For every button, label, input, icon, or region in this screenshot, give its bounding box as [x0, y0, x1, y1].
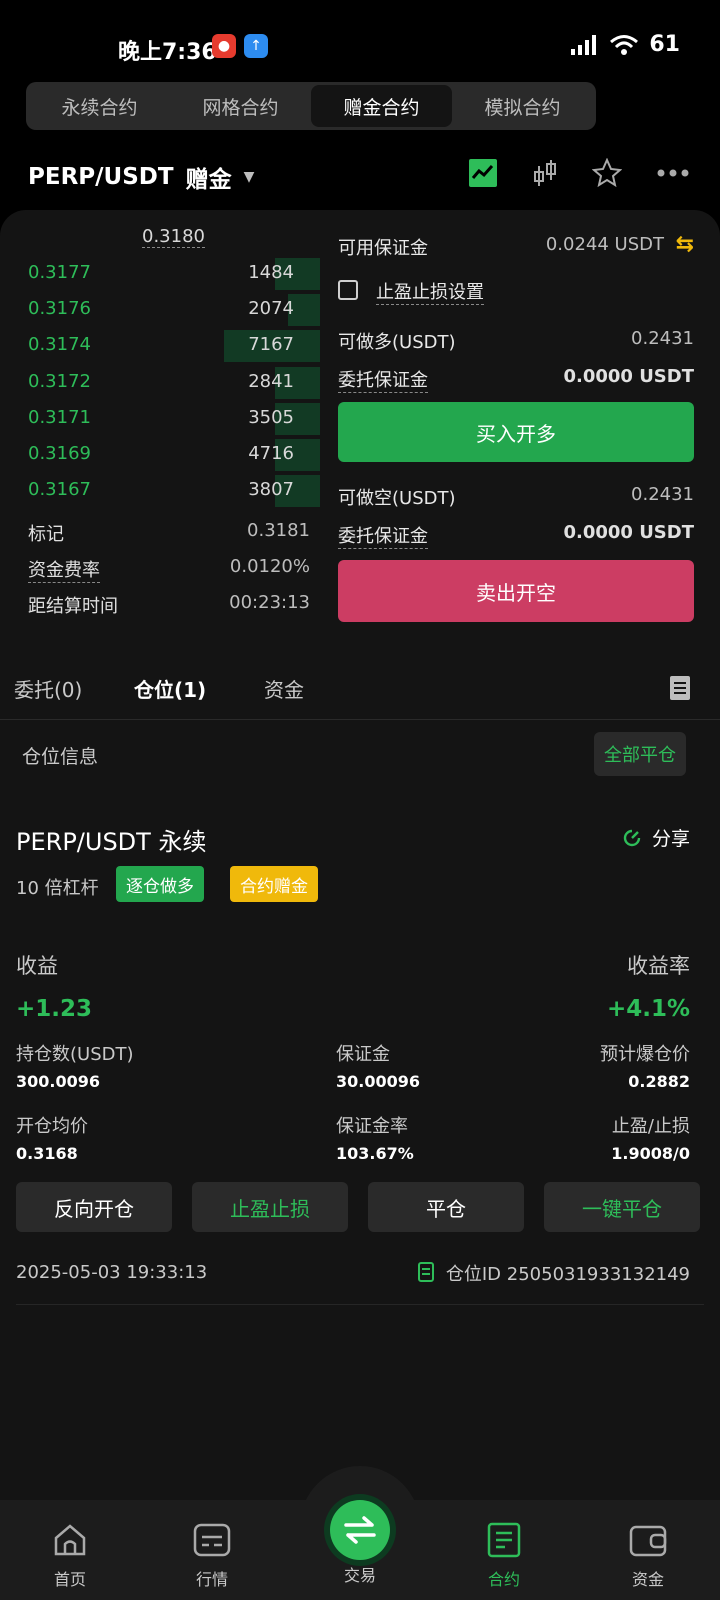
tab-assets[interactable]: 资金 [264, 674, 304, 703]
tab-positions[interactable]: 仓位(1) [134, 674, 206, 703]
orderbook-row[interactable]: 0.3177 1484 [0, 256, 320, 292]
tab-perpetual[interactable]: 永续合约 [29, 85, 170, 127]
signal-icon [571, 34, 597, 55]
position-id[interactable]: 仓位ID 2505031933132149 [417, 1260, 690, 1286]
isolated-long-badge: 逐仓做多 [116, 866, 204, 902]
entry-price-value: 0.3168 [16, 1144, 78, 1163]
trade-center-button[interactable] [330, 1500, 390, 1560]
buy-long-button[interactable]: 买入开多 [338, 402, 694, 462]
size-value: 300.0096 [16, 1072, 101, 1091]
orderbook-row[interactable]: 0.3174 7167 [0, 328, 320, 364]
upload-icon: ↑ [244, 34, 268, 58]
tab-grid[interactable]: 网格合约 [170, 85, 311, 127]
tab-bonus[interactable]: 赠金合约 [311, 85, 452, 127]
tab-demo[interactable]: 模拟合约 [452, 85, 593, 127]
orderbook-row[interactable]: 0.3169 4716 [0, 437, 320, 473]
chart-icon[interactable] [468, 158, 498, 188]
orderbook-qty: 3505 [248, 406, 294, 428]
reverse-position-button[interactable]: 反向开仓 [16, 1182, 172, 1232]
copy-icon [417, 1262, 434, 1282]
position-tabs: 委托(0) 仓位(1) 资金 [0, 650, 720, 720]
pair-selector[interactable]: PERP/USDT 赠金 ▼ [28, 160, 254, 194]
orderbook-qty: 3807 [248, 479, 294, 501]
close-all-button[interactable]: 全部平仓 [594, 732, 686, 776]
more-icon[interactable] [656, 168, 690, 178]
orderbook-qty: 1484 [248, 262, 294, 283]
margin-ratio-value: 103.67% [336, 1144, 414, 1163]
nav-futures[interactable]: 合约 [454, 1520, 554, 1590]
roe-value: +4.1% [606, 996, 690, 1022]
market-icon [193, 1523, 231, 1557]
entry-price-label: 开仓均价 [16, 1116, 88, 1137]
wallet-icon [629, 1525, 667, 1557]
status-bar: 晚上7:36 ● ↑ 61 [0, 0, 720, 80]
futures-icon [487, 1522, 521, 1558]
position-time: 2025-05-03 19:33:13 [16, 1262, 208, 1283]
tpsl-label: 止盈/止损 [611, 1116, 690, 1137]
pnl-label: 收益 [16, 954, 58, 978]
orderbook-price: 0.3172 [28, 370, 91, 392]
transfer-icon[interactable]: ⇆ [676, 232, 694, 257]
orderbook-row[interactable]: 0.3167 3807 [0, 473, 320, 509]
position-info-title: 仓位信息 [22, 746, 99, 768]
main-panel: 0.3180 0.3177 1484 0.3176 2074 0.3174 7167 0.3… [0, 210, 720, 1500]
close-position-button[interactable]: 平仓 [368, 1182, 524, 1232]
leverage-label: 10 倍杠杆 [16, 878, 99, 899]
nav-assets[interactable]: 资金 [598, 1520, 698, 1590]
orderbook-row[interactable]: 0.3176 2074 [0, 292, 320, 328]
swap-icon [344, 1516, 376, 1544]
home-icon [54, 1524, 86, 1556]
orderbook-qty: 4716 [248, 443, 294, 464]
divider [16, 1304, 704, 1305]
pair-type: 赠金 [185, 167, 232, 193]
tab-orders[interactable]: 委托(0) [14, 674, 82, 703]
orderbook-row[interactable]: 0.3172 2841 [0, 365, 320, 401]
orderbook-price: 0.3171 [28, 406, 91, 428]
document-icon[interactable] [670, 676, 690, 700]
tpsl-checkbox[interactable] [338, 280, 358, 300]
orderbook-price: 0.3169 [28, 443, 91, 464]
tpsl-value: 1.9008/0 [611, 1144, 690, 1163]
nav-trade[interactable]: 交易 [310, 1562, 410, 1586]
margin-label: 保证金 [336, 1044, 390, 1065]
bonus-badge: 合约赠金 [230, 866, 318, 902]
tpsl-button[interactable]: 止盈止损 [192, 1182, 348, 1232]
share-icon [623, 829, 641, 846]
margin-value: 30.00096 [336, 1072, 421, 1091]
caret-down-icon: ▼ [243, 169, 255, 185]
one-click-close-button[interactable]: 一键平仓 [544, 1182, 700, 1232]
sell-short-button[interactable]: 卖出开空 [338, 560, 694, 622]
roe-label: 收益率 [627, 954, 690, 978]
battery-level: 61 [649, 32, 680, 57]
nav-home[interactable]: 首页 [20, 1520, 120, 1590]
orderbook-qty: 2074 [248, 298, 294, 320]
candlestick-icon[interactable] [532, 158, 558, 188]
orderbook-row[interactable]: 0.3171 3505 [0, 401, 320, 437]
ob-last-price[interactable]: 0.3180 [142, 226, 205, 248]
pnl-value: +1.23 [16, 996, 93, 1022]
liq-price-value: 0.2882 [628, 1072, 690, 1091]
orderbook-price: 0.3176 [28, 298, 91, 320]
wifi-icon [610, 34, 639, 55]
share-button[interactable]: 分享 [622, 824, 690, 851]
orderbook-price: 0.3177 [28, 262, 91, 283]
app-notification-icon: ● [212, 34, 236, 58]
size-label: 持仓数(USDT) [16, 1044, 134, 1065]
orderbook-qty: 2841 [248, 370, 294, 392]
orderbook-price: 0.3167 [28, 479, 91, 501]
pair-header: PERP/USDT 赠金 ▼ [0, 150, 720, 204]
status-time: 晚上7:36 [118, 40, 217, 65]
contract-mode-tabs: 永续合约 网格合约 赠金合约 模拟合约 [26, 82, 596, 130]
orderbook-qty: 7167 [248, 334, 294, 356]
pair-symbol: PERP/USDT [28, 164, 174, 190]
nav-market[interactable]: 行情 [162, 1520, 262, 1590]
position-title: PERP/USDT 永续 [16, 828, 207, 856]
orderbook-price: 0.3174 [28, 334, 91, 356]
star-icon[interactable] [592, 158, 622, 188]
margin-ratio-label: 保证金率 [336, 1116, 408, 1137]
liq-price-label: 预计爆仓价 [600, 1044, 690, 1065]
